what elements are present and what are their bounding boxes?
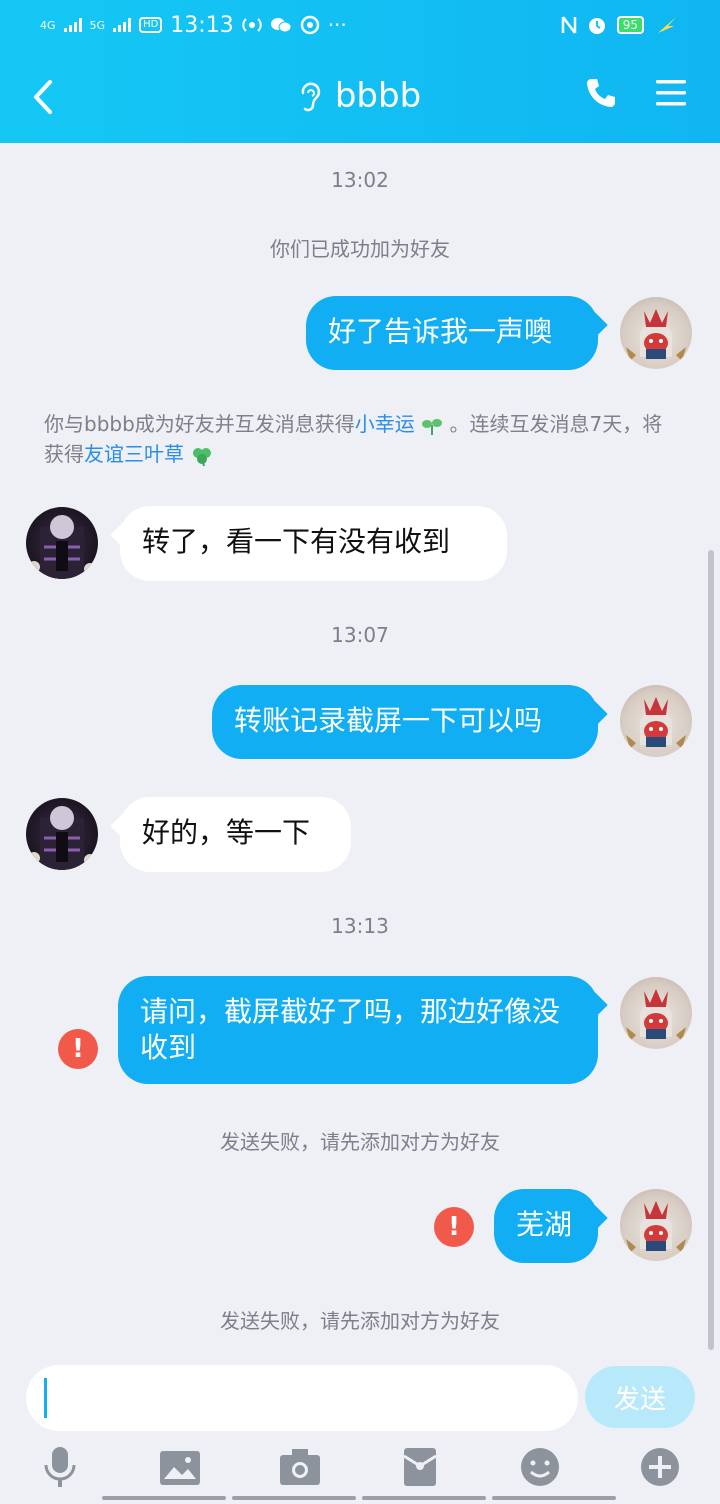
send-failed-notice: 发送失败，请先添加对方为好友	[220, 1309, 500, 1333]
avatar[interactable]	[620, 1189, 692, 1261]
my-avatar-image	[626, 309, 686, 361]
input-area: 发送	[0, 1357, 720, 1504]
message-bubble-outgoing[interactable]: 请问，截屏截好了吗，那边好像没收到	[118, 976, 608, 1084]
system-message: 你们已成功加为好友	[270, 237, 450, 261]
sprout-icon	[422, 418, 443, 435]
camera-button[interactable]	[278, 1445, 322, 1489]
message-bubble-outgoing[interactable]: 好了告诉我一声噢	[306, 296, 608, 370]
input-toolbar	[0, 1445, 720, 1501]
chat-title: bbbb	[334, 76, 422, 116]
contact-avatar[interactable]	[26, 798, 98, 870]
send-failed-icon[interactable]: !	[434, 1207, 474, 1247]
text-caret	[44, 1378, 47, 1418]
friendship-clover-link[interactable]: 友谊三叶草	[84, 442, 184, 466]
message-bubble-outgoing[interactable]: 转账记录截屏一下可以吗	[212, 685, 608, 759]
status-time: 13:13	[170, 12, 234, 38]
charging-icon	[658, 17, 676, 33]
camera-icon	[280, 1449, 320, 1485]
send-failed-icon[interactable]: !	[58, 1029, 98, 1069]
menu-icon	[656, 80, 686, 106]
timestamp: 13:02	[331, 168, 389, 192]
ear-icon	[301, 82, 320, 112]
message-bubble-incoming[interactable]: 好的，等一下	[110, 797, 351, 872]
emoji-button[interactable]	[518, 1445, 562, 1489]
friend-reward-notice: 你与bbbb成为好友并互发消息获得小幸运 。连续互发消息7天，将获得友谊三叶草	[44, 412, 663, 466]
signal-icon	[63, 18, 82, 32]
hotspot-icon	[242, 18, 262, 32]
avatar[interactable]	[620, 685, 692, 757]
red-packet-icon	[403, 1448, 437, 1486]
alarm-icon	[588, 18, 605, 34]
contact-avatar-image	[28, 806, 96, 870]
red-packet-button[interactable]	[398, 1445, 442, 1489]
message-text: 转了，看一下有没有收到	[142, 525, 451, 558]
contact-avatar[interactable]	[26, 507, 98, 579]
emoji-icon	[521, 1448, 559, 1486]
timestamp: 13:07	[331, 623, 389, 647]
plus-icon	[641, 1448, 679, 1486]
message-bubble-outgoing[interactable]: 芜湖	[494, 1189, 608, 1263]
battery-indicator: 95	[616, 16, 644, 34]
my-avatar-image	[626, 697, 686, 749]
message-input[interactable]	[26, 1365, 578, 1431]
status-bar: 4G 5G HD 13:13 ··· 95	[40, 10, 680, 40]
send-button[interactable]: 发送	[585, 1366, 695, 1428]
voice-button[interactable]	[38, 1445, 82, 1489]
message-text: 芜湖	[516, 1208, 573, 1241]
network-5g: 5G	[89, 18, 106, 32]
clover-icon	[193, 447, 212, 466]
top-bar: 4G 5G HD 13:13 ··· 95 bbbb	[0, 0, 720, 143]
image-icon	[160, 1451, 200, 1485]
status-more: ···	[327, 13, 347, 37]
nfc-icon	[561, 16, 576, 34]
my-avatar-image	[626, 989, 686, 1041]
avatar[interactable]	[620, 297, 692, 369]
hd-badge: HD	[139, 17, 163, 33]
menu-button[interactable]	[654, 78, 688, 112]
message-text: 好的，等一下	[142, 816, 311, 849]
wechat-icon	[270, 18, 292, 33]
app-notification-icon	[300, 15, 319, 35]
phone-icon	[587, 79, 615, 107]
message-bubble-incoming[interactable]: 转了，看一下有没有收到	[110, 506, 507, 581]
timestamp: 13:13	[331, 914, 389, 938]
send-failed-notice: 发送失败，请先添加对方为好友	[220, 1130, 500, 1154]
toolbar-indicator	[102, 1496, 616, 1500]
contact-avatar-image	[28, 515, 96, 579]
call-button[interactable]	[584, 76, 618, 114]
signal-icon-2	[113, 18, 132, 32]
chat-header: bbbb	[0, 56, 720, 142]
little-luck-link[interactable]: 小幸运	[355, 412, 415, 436]
avatar[interactable]	[620, 977, 692, 1049]
message-text: 请问，截屏截好了吗，那边好像没收到	[140, 995, 561, 1064]
message-text: 好了告诉我一声噢	[328, 315, 553, 348]
microphone-icon	[44, 1447, 76, 1487]
chat-area[interactable]: 13:02 你们已成功加为好友 好了告诉我一声噢 你与bbbb成为好友并互发消息…	[0, 143, 720, 1357]
image-button[interactable]	[158, 1445, 202, 1489]
more-button[interactable]	[638, 1445, 682, 1489]
network-4g: 4G	[40, 18, 56, 32]
message-text: 转账记录截屏一下可以吗	[234, 704, 543, 737]
chat-scrollbar[interactable]	[708, 550, 714, 1350]
my-avatar-image	[626, 1201, 686, 1253]
